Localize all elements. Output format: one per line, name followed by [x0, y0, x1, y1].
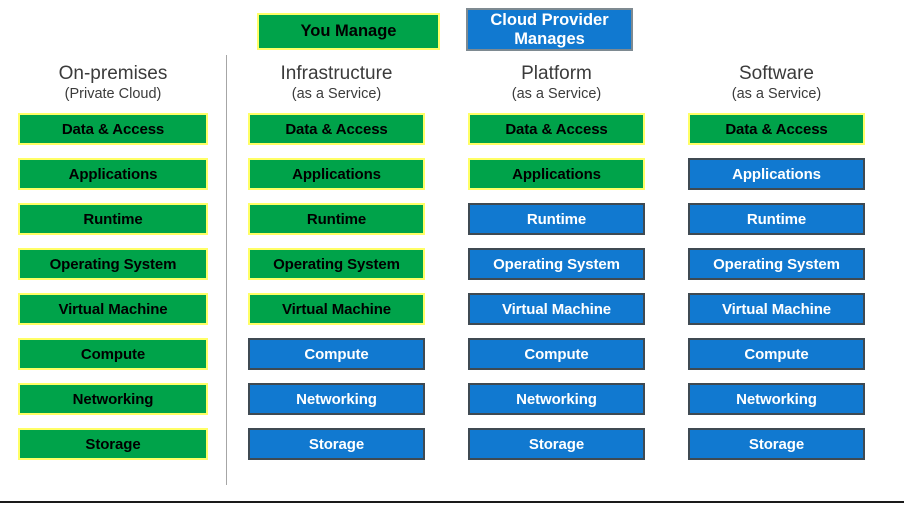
layer-box: Data & Access	[468, 113, 645, 145]
column-header: Platform (as a Service)	[468, 62, 645, 104]
layer-box: Applications	[248, 158, 425, 190]
legend-you-manage: You Manage	[257, 13, 440, 50]
column-header: On-premises (Private Cloud)	[18, 62, 208, 104]
layer-box: Data & Access	[18, 113, 208, 145]
layer-box: Virtual Machine	[468, 293, 645, 325]
layer-box: Applications	[468, 158, 645, 190]
layer-box: Operating System	[248, 248, 425, 280]
layer-box: Storage	[688, 428, 865, 460]
layer-stack: Data & Access Applications Runtime Opera…	[688, 113, 865, 460]
column-platform-as-a-service: Platform (as a Service) Data & Access Ap…	[468, 62, 645, 460]
layer-box: Runtime	[468, 203, 645, 235]
column-separator	[226, 55, 227, 485]
layer-box: Networking	[688, 383, 865, 415]
layer-box: Networking	[468, 383, 645, 415]
layer-box: Compute	[688, 338, 865, 370]
column-on-premises: On-premises (Private Cloud) Data & Acces…	[18, 62, 208, 460]
layer-box: Runtime	[248, 203, 425, 235]
layer-box: Storage	[468, 428, 645, 460]
layer-box: Virtual Machine	[688, 293, 865, 325]
layer-box: Operating System	[18, 248, 208, 280]
diagram-canvas: You Manage Cloud Provider Manages On-pre…	[0, 0, 904, 510]
layer-box: Operating System	[688, 248, 865, 280]
column-title: Platform	[521, 63, 592, 84]
layer-box: Storage	[248, 428, 425, 460]
layer-box: Data & Access	[688, 113, 865, 145]
layer-box: Networking	[248, 383, 425, 415]
column-header: Software (as a Service)	[688, 62, 865, 104]
column-title: Infrastructure	[280, 63, 393, 84]
column-subtitle: (as a Service)	[511, 86, 602, 102]
column-title: On-premises	[58, 63, 168, 84]
layer-box: Compute	[468, 338, 645, 370]
layer-stack: Data & Access Applications Runtime Opera…	[248, 113, 425, 460]
layer-box: Virtual Machine	[248, 293, 425, 325]
layer-box: Data & Access	[248, 113, 425, 145]
column-subtitle: (Private Cloud)	[64, 86, 162, 102]
layer-box: Compute	[18, 338, 208, 370]
layer-box: Applications	[688, 158, 865, 190]
column-infrastructure-as-a-service: Infrastructure (as a Service) Data & Acc…	[248, 62, 425, 460]
layer-box: Runtime	[18, 203, 208, 235]
column-subtitle: (as a Service)	[731, 86, 822, 102]
layer-box: Storage	[18, 428, 208, 460]
bottom-rule	[0, 501, 904, 503]
layer-box: Applications	[18, 158, 208, 190]
layer-stack: Data & Access Applications Runtime Opera…	[18, 113, 208, 460]
legend-cloud-provider-manages: Cloud Provider Manages	[466, 8, 633, 51]
layer-box: Operating System	[468, 248, 645, 280]
column-header: Infrastructure (as a Service)	[248, 62, 425, 104]
column-title: Software	[739, 63, 814, 84]
layer-box: Networking	[18, 383, 208, 415]
column-subtitle: (as a Service)	[291, 86, 382, 102]
layer-stack: Data & Access Applications Runtime Opera…	[468, 113, 645, 460]
column-software-as-a-service: Software (as a Service) Data & Access Ap…	[688, 62, 865, 460]
layer-box: Runtime	[688, 203, 865, 235]
layer-box: Virtual Machine	[18, 293, 208, 325]
layer-box: Compute	[248, 338, 425, 370]
